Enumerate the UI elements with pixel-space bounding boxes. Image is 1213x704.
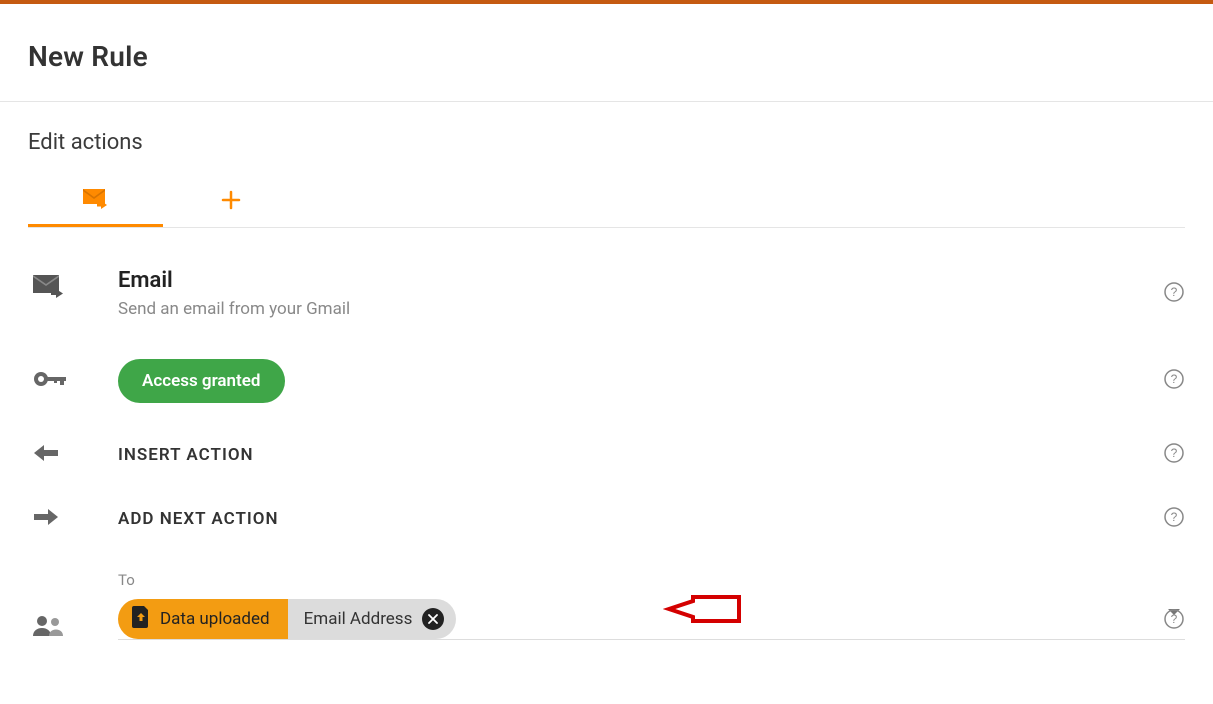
row-add-next-action[interactable]: ADD NEXT ACTION ? bbox=[28, 507, 1185, 531]
mail-forward-icon bbox=[81, 187, 111, 215]
svg-text:?: ? bbox=[1171, 372, 1178, 386]
chip-source-text: Data uploaded bbox=[160, 609, 270, 629]
svg-text:?: ? bbox=[1171, 510, 1178, 524]
tab-add-action[interactable] bbox=[163, 177, 298, 227]
row-insert-action[interactable]: INSERT ACTION ? bbox=[28, 443, 1185, 467]
row-to-field: To Data uploaded bbox=[28, 571, 1185, 640]
action-title: Email bbox=[118, 268, 1185, 293]
mail-forward-dark-icon bbox=[32, 272, 66, 304]
help-icon[interactable]: ? bbox=[1163, 506, 1185, 532]
annotation-arrow-icon bbox=[663, 587, 743, 635]
row-email-action: Email Send an email from your Gmail ? bbox=[28, 268, 1185, 319]
arrow-left-icon bbox=[32, 443, 60, 467]
arrow-right-icon bbox=[32, 507, 60, 531]
plus-icon bbox=[221, 190, 241, 214]
svg-text:?: ? bbox=[1171, 285, 1178, 299]
chip-remove-button[interactable] bbox=[422, 608, 444, 630]
key-icon bbox=[32, 369, 68, 393]
add-next-action-label: ADD NEXT ACTION bbox=[118, 509, 1185, 529]
svg-text:?: ? bbox=[1171, 612, 1178, 626]
page-header: New Rule bbox=[0, 4, 1213, 102]
row-access: Access granted ? bbox=[28, 359, 1185, 403]
insert-action-label: INSERT ACTION bbox=[118, 445, 1185, 465]
tab-email-action[interactable] bbox=[28, 177, 163, 227]
action-subtitle: Send an email from your Gmail bbox=[118, 299, 1185, 319]
help-icon[interactable]: ? bbox=[1163, 368, 1185, 394]
people-icon bbox=[32, 614, 64, 640]
to-field[interactable]: Data uploaded Email Address bbox=[118, 599, 1185, 640]
content-scroll-area[interactable]: Edit actions bbox=[0, 102, 1213, 704]
recipient-chip[interactable]: Data uploaded Email Address bbox=[118, 599, 456, 639]
access-granted-badge: Access granted bbox=[118, 359, 285, 403]
svg-text:?: ? bbox=[1171, 446, 1178, 460]
chip-field[interactable]: Email Address bbox=[288, 599, 457, 639]
to-label: To bbox=[118, 571, 1185, 589]
help-icon[interactable]: ? bbox=[1163, 608, 1185, 634]
file-upload-icon bbox=[132, 606, 150, 633]
help-icon[interactable]: ? bbox=[1163, 281, 1185, 307]
page-title: New Rule bbox=[28, 40, 1185, 73]
section-title: Edit actions bbox=[28, 130, 1185, 155]
chip-field-text: Email Address bbox=[304, 609, 413, 629]
action-tabs bbox=[28, 177, 1185, 228]
chip-source[interactable]: Data uploaded bbox=[118, 599, 288, 639]
help-icon[interactable]: ? bbox=[1163, 442, 1185, 468]
